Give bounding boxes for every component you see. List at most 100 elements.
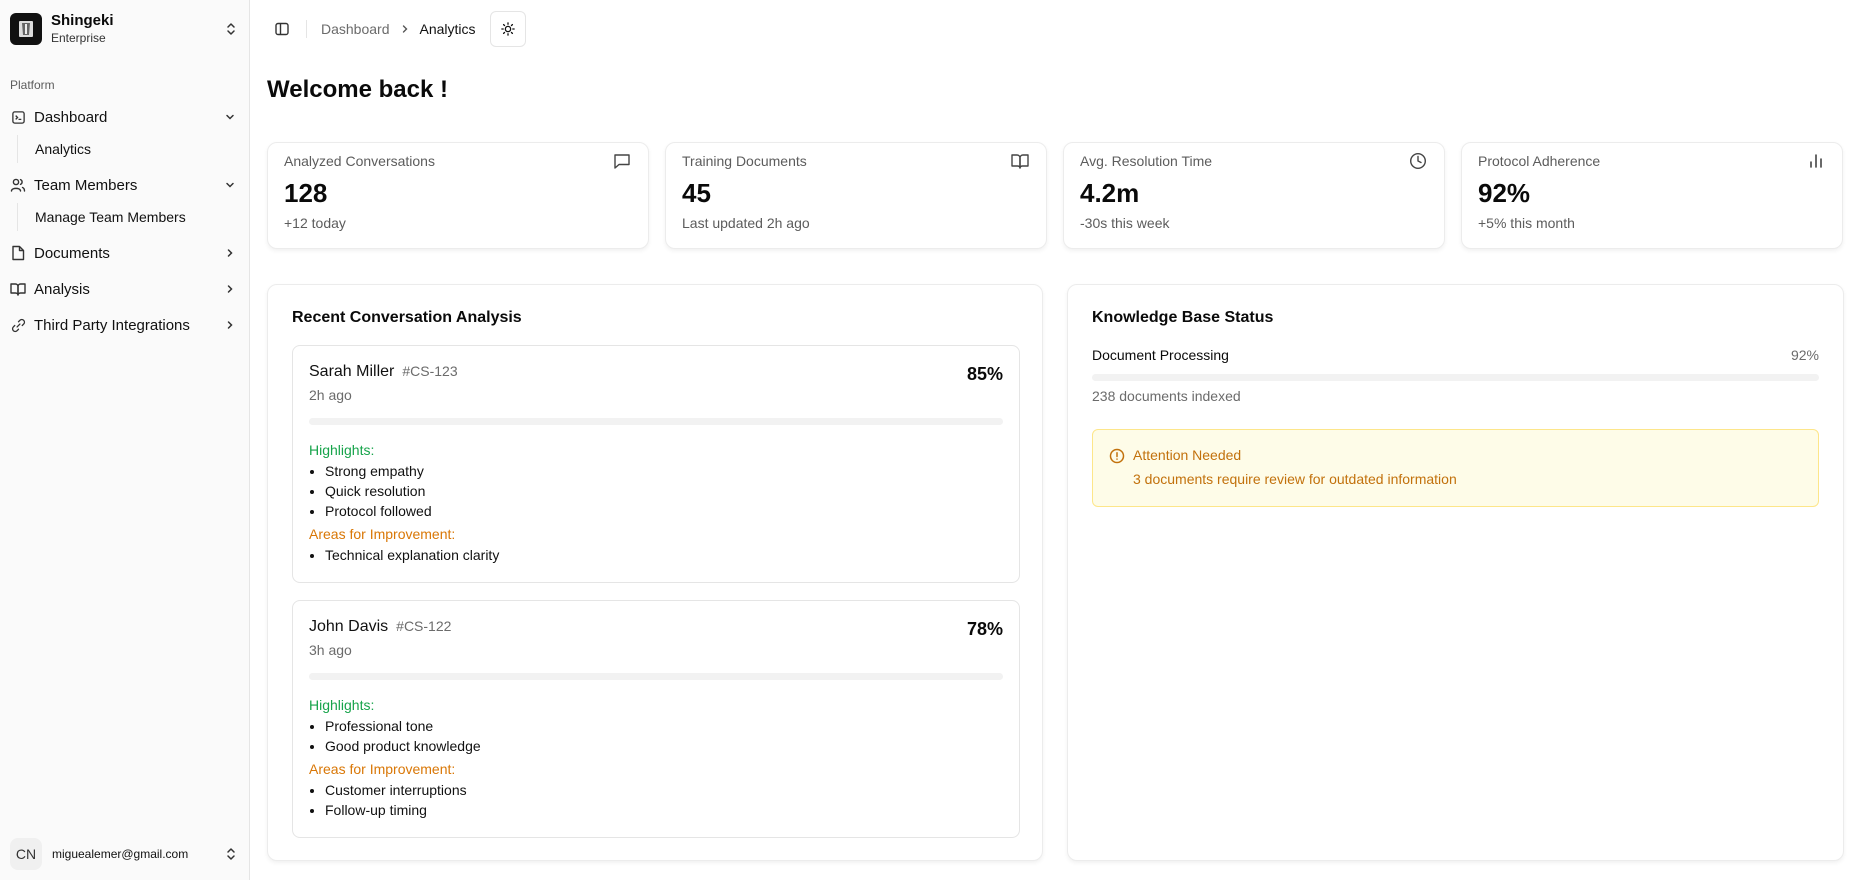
stat-subtext: +12 today [284, 215, 346, 231]
stat-card-training-documents: Training Documents 45 Last updated 2h ag… [665, 142, 1047, 249]
chevron-right-icon [222, 317, 238, 333]
highlights-list: Professional tone Good product knowledge [325, 716, 481, 756]
org-plan: Enterprise [51, 31, 106, 45]
conversation-card[interactable]: Sarah Miller #CS-123 2h ago 85% Highlight… [292, 345, 1020, 583]
team-members-subnav: Manage Team Members [17, 203, 237, 231]
panel-title: Recent Conversation Analysis [292, 309, 522, 326]
sidebar-item-label: Team Members [34, 176, 138, 194]
conversation-card[interactable]: John Davis #CS-122 3h ago 78% Highlights:… [292, 600, 1020, 838]
stat-subtext: Last updated 2h ago [682, 215, 810, 231]
sidebar-item-label: Documents [34, 244, 110, 262]
documents-indexed: 238 documents indexed [1092, 388, 1241, 404]
list-item: Good product knowledge [325, 736, 481, 756]
chevron-down-icon [222, 109, 238, 125]
sidebar-subitem-manage-team-members[interactable]: Manage Team Members [18, 203, 237, 231]
chevron-right-icon [222, 245, 238, 261]
sidebar-item-analysis[interactable]: Analysis [10, 275, 238, 303]
sidebar-item-label: Analysis [34, 280, 90, 298]
page-title: Welcome back ! [267, 76, 448, 103]
conversation-time: 3h ago [309, 642, 352, 658]
alert-circle-icon [1109, 448, 1125, 464]
processing-percent: 92% [1790, 347, 1819, 363]
theme-toggle-button[interactable] [489, 11, 526, 47]
stat-title: Training Documents [682, 153, 807, 169]
conversation-score: 78% [966, 619, 1003, 639]
stat-card-protocol-adherence: Protocol Adherence 92% +5% this month [1461, 142, 1843, 249]
breadcrumb-dashboard[interactable]: Dashboard [321, 21, 390, 37]
stat-value: 4.2m [1080, 178, 1140, 208]
org-switcher[interactable]: Shingeki Enterprise [10, 10, 238, 48]
list-item: Professional tone [325, 716, 481, 736]
dashboard-subnav: Analytics [17, 135, 237, 163]
sidebar: Shingeki Enterprise Platform Dashboard A… [0, 0, 250, 880]
list-item: Strong empathy [325, 461, 432, 481]
sidebar-item-team-members[interactable]: Team Members [10, 171, 238, 199]
document-processing-row: Document Processing 92% [1092, 347, 1819, 363]
dashboard-icon [10, 109, 26, 125]
conversation-score: 85% [966, 364, 1003, 384]
sidebar-group-label: Platform [10, 78, 55, 92]
message-icon [612, 151, 632, 171]
alert-title: Attention Needed [1133, 447, 1242, 463]
stat-card-analyzed-conversations: Analyzed Conversations 128 +12 today [267, 142, 649, 249]
processing-label: Document Processing [1092, 347, 1229, 363]
user-menu[interactable]: CN miguealemer@gmail.com [10, 838, 238, 870]
sidebar-toggle-icon[interactable] [268, 15, 296, 43]
processing-progress-bar [1092, 374, 1819, 381]
highlights-label: Highlights: [309, 442, 375, 458]
file-icon [10, 245, 26, 261]
stat-title: Avg. Resolution Time [1080, 153, 1213, 169]
highlights-list: Strong empathy Quick resolution Protocol… [325, 461, 432, 521]
stat-value: 45 [682, 178, 711, 208]
sidebar-item-label: Dashboard [34, 108, 108, 126]
chevrons-up-down-icon [224, 845, 238, 863]
stat-title: Analyzed Conversations [284, 153, 435, 169]
score-bar [309, 418, 1003, 425]
highlights-label: Highlights: [309, 697, 375, 713]
agent-name: John Davis [309, 618, 389, 635]
list-item: Protocol followed [325, 501, 432, 521]
chevron-right-icon [400, 24, 410, 34]
clock-icon [1408, 151, 1428, 171]
breadcrumb: Dashboard Analytics [321, 21, 476, 37]
stat-card-avg-resolution-time: Avg. Resolution Time 4.2m -30s this week [1063, 142, 1445, 249]
top-header: Dashboard Analytics [250, 0, 1851, 58]
link-icon [10, 317, 26, 333]
stat-title: Protocol Adherence [1478, 153, 1601, 169]
conversation-id: #CS-123 [402, 363, 458, 379]
org-name: Shingeki [51, 12, 114, 29]
chevron-down-icon [222, 177, 238, 193]
sidebar-item-documents[interactable]: Documents [10, 239, 238, 267]
book-icon [10, 281, 26, 297]
stat-value: 92% [1478, 178, 1531, 208]
conversation-time: 2h ago [309, 387, 352, 403]
improvements-list: Technical explanation clarity [325, 545, 499, 565]
list-item: Quick resolution [325, 481, 432, 501]
stat-subtext: -30s this week [1080, 215, 1170, 231]
improvement-label: Areas for Improvement: [309, 761, 456, 777]
header-divider [306, 20, 307, 38]
alert-description: 3 documents require review for outdated … [1133, 471, 1457, 487]
stat-subtext: +5% this month [1478, 215, 1575, 231]
user-email: miguealemer@gmail.com [52, 847, 189, 861]
list-item: Customer interruptions [325, 780, 467, 800]
conversation-agent: John Davis #CS-122 [309, 618, 451, 636]
bar-chart-icon [1806, 151, 1826, 171]
sidebar-item-label: Third Party Integrations [34, 316, 190, 334]
list-item: Technical explanation clarity [325, 545, 499, 565]
chevrons-up-down-icon [224, 20, 238, 38]
breadcrumb-current: Analytics [419, 21, 476, 37]
sidebar-item-third-party-integrations[interactable]: Third Party Integrations [10, 311, 238, 339]
avatar: CN [10, 838, 42, 870]
book-open-icon [1010, 151, 1030, 171]
attention-alert: Attention Needed 3 documents require rev… [1092, 429, 1819, 507]
improvements-list: Customer interruptions Follow-up timing [325, 780, 467, 820]
knowledge-base-panel: Knowledge Base Status Document Processin… [1067, 284, 1844, 861]
sidebar-item-dashboard[interactable]: Dashboard [10, 103, 238, 131]
conversation-agent: Sarah Miller #CS-123 [309, 363, 458, 381]
shield-logo-icon [10, 13, 42, 45]
sidebar-subitem-analytics[interactable]: Analytics [18, 135, 237, 163]
conversation-id: #CS-122 [396, 618, 452, 634]
improvement-label: Areas for Improvement: [309, 526, 456, 542]
score-bar [309, 673, 1003, 680]
